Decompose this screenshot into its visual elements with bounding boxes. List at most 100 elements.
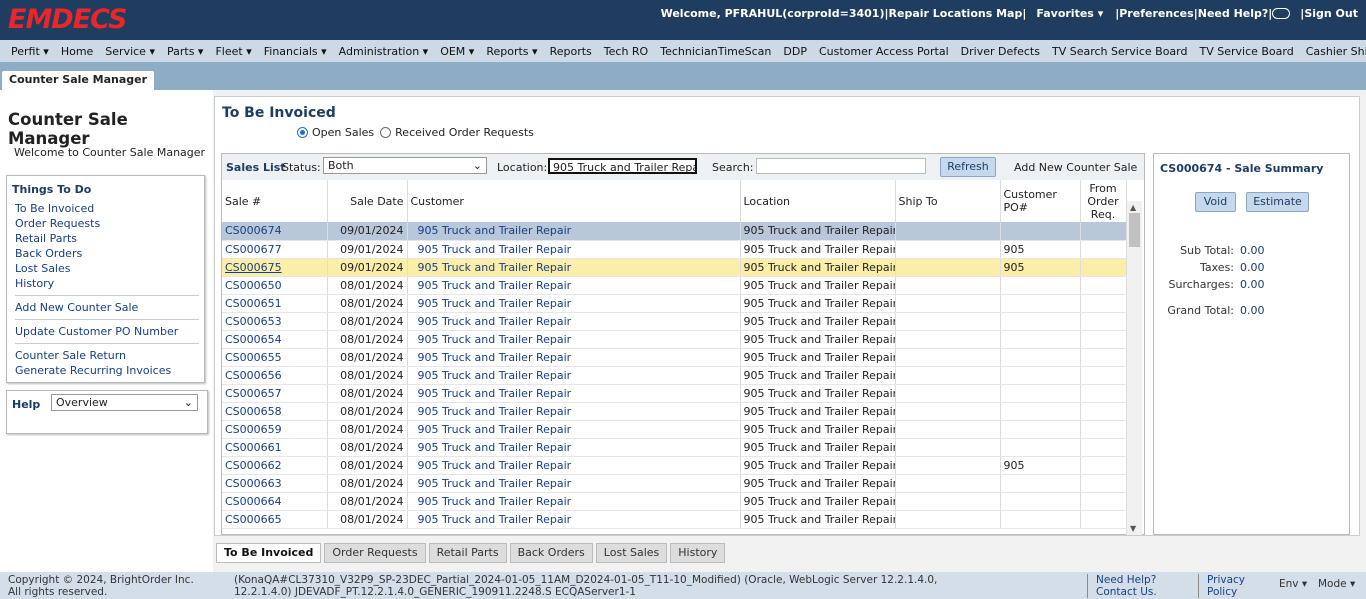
customer-link[interactable]: 905 Truck and Trailer Repair — [407, 366, 741, 385]
column-header[interactable]: From Order Req. — [1080, 180, 1127, 222]
tab-lost-sales[interactable]: Lost Sales — [595, 543, 668, 563]
menu-item-customer-access-portal[interactable]: Customer Access Portal — [813, 45, 955, 58]
customer-link[interactable]: 905 Truck and Trailer Repair — [407, 348, 741, 367]
sale-number-link[interactable]: CS000658 — [222, 402, 328, 421]
table-row[interactable]: CS000675 09/01/2024 905 Truck and Trailer … — [222, 258, 1127, 277]
customer-link[interactable]: 905 Truck and Trailer Repair — [407, 276, 741, 295]
todo-link-order-requests[interactable]: Order Requests — [15, 216, 199, 231]
table-row[interactable]: CS000665 08/01/2024 905 Truck and Trailer … — [222, 510, 1127, 529]
void-button[interactable]: Void — [1195, 192, 1236, 212]
menu-item-cashier-shift[interactable]: Cashier Shift — [1300, 45, 1366, 58]
sale-number-link[interactable]: CS000657 — [222, 384, 328, 403]
table-row[interactable]: CS000674 09/01/2024 905 Truck and Trailer … — [222, 222, 1127, 241]
customer-link[interactable]: 905 Truck and Trailer Repair — [407, 384, 741, 403]
column-header[interactable]: Location — [740, 180, 896, 222]
sale-number-link[interactable]: CS000650 — [222, 276, 328, 295]
customer-link[interactable]: 905 Truck and Trailer Repair — [407, 222, 741, 241]
table-row[interactable]: CS000655 08/01/2024 905 Truck and Trailer … — [222, 348, 1127, 367]
todo-link-generate-recurring-invoices[interactable]: Generate Recurring Invoices — [15, 363, 199, 378]
sign-out-link[interactable]: Sign Out — [1304, 7, 1358, 20]
menu-item-financials[interactable]: Financials ▾ — [258, 45, 333, 58]
customer-link[interactable]: 905 Truck and Trailer Repair — [407, 258, 741, 277]
menu-item-reports[interactable]: Reports ▾ — [480, 45, 543, 58]
received-order-requests-radio[interactable] — [380, 127, 392, 138]
customer-link[interactable]: 905 Truck and Trailer Repair — [407, 510, 741, 529]
favorites-menu[interactable]: Favorites ▾ — [1036, 7, 1103, 20]
todo-link-lost-sales[interactable]: Lost Sales — [15, 261, 199, 276]
sale-number-link[interactable]: CS000675 — [222, 258, 328, 277]
status-select[interactable]: Both ⌄ — [323, 157, 487, 174]
tab-retail-parts[interactable]: Retail Parts — [428, 543, 507, 563]
menu-item-driver-defects[interactable]: Driver Defects — [955, 45, 1046, 58]
menu-item-fleet[interactable]: Fleet ▾ — [209, 45, 257, 58]
add-new-counter-sale-link[interactable]: Add New Counter Sale — [1014, 161, 1137, 174]
todo-link-history[interactable]: History — [15, 276, 199, 291]
table-row[interactable]: CS000662 08/01/2024 905 Truck and Trailer … — [222, 456, 1127, 475]
sale-number-link[interactable]: CS000654 — [222, 330, 328, 349]
customer-link[interactable]: 905 Truck and Trailer Repair — [407, 402, 741, 421]
todo-link-back-orders[interactable]: Back Orders — [15, 246, 199, 261]
mode-menu[interactable]: Mode ▾ — [1318, 578, 1355, 590]
customer-link[interactable]: 905 Truck and Trailer Repair — [407, 420, 741, 439]
menu-item-techniciantimescan[interactable]: TechnicianTimeScan — [654, 45, 777, 58]
help-contact-link[interactable]: Need Help? Contact Us. — [1087, 574, 1199, 598]
tab-history[interactable]: History — [670, 543, 726, 563]
menu-item-perfit[interactable]: Perfit ▾ — [5, 45, 55, 58]
sale-number-link[interactable]: CS000651 — [222, 294, 328, 313]
tab-order-requests[interactable]: Order Requests — [324, 543, 426, 563]
customer-link[interactable]: 905 Truck and Trailer Repair — [407, 492, 741, 511]
column-header[interactable]: Ship To — [895, 180, 1001, 222]
sale-number-link[interactable]: CS000655 — [222, 348, 328, 367]
menu-item-service[interactable]: Service ▾ — [99, 45, 161, 58]
table-row[interactable]: CS000677 09/01/2024 905 Truck and Trailer … — [222, 240, 1127, 259]
todo-link-retail-parts[interactable]: Retail Parts — [15, 231, 199, 246]
sale-number-link[interactable]: CS000664 — [222, 492, 328, 511]
emdecs-logo[interactable]: EMDECS — [8, 5, 127, 35]
sale-number-link[interactable]: CS000661 — [222, 438, 328, 457]
sale-number-link[interactable]: CS000677 — [222, 240, 328, 259]
location-input[interactable]: 905 Truck and Trailer Repair [ — [548, 158, 697, 174]
tab-to-be-invoiced[interactable]: To Be Invoiced — [216, 543, 322, 563]
table-row[interactable]: CS000658 08/01/2024 905 Truck and Trailer … — [222, 402, 1127, 421]
sale-number-link[interactable]: CS000656 — [222, 366, 328, 385]
table-row[interactable]: CS000657 08/01/2024 905 Truck and Trailer … — [222, 384, 1127, 403]
customer-link[interactable]: 905 Truck and Trailer Repair — [407, 240, 741, 259]
customer-link[interactable]: 905 Truck and Trailer Repair — [407, 294, 741, 313]
scroll-thumb[interactable] — [1129, 213, 1140, 247]
privacy-policy-link[interactable]: Privacy Policy — [1198, 574, 1258, 598]
sale-number-link[interactable]: CS000662 — [222, 456, 328, 475]
table-row[interactable]: CS000650 08/01/2024 905 Truck and Trailer … — [222, 276, 1127, 295]
tab-counter-sale-manager[interactable]: Counter Sale Manager — [2, 71, 155, 90]
menu-item-parts[interactable]: Parts ▾ — [161, 45, 209, 58]
customer-link[interactable]: 905 Truck and Trailer Repair — [407, 474, 741, 493]
table-scrollbar[interactable]: ▲ ▼ — [1126, 201, 1142, 535]
sale-number-link[interactable]: CS000659 — [222, 420, 328, 439]
todo-link-update-customer-po-number[interactable]: Update Customer PO Number — [15, 324, 199, 339]
preferences-link[interactable]: Preferences — [1119, 7, 1193, 20]
need-help-link[interactable]: Need Help? — [1198, 7, 1269, 20]
table-row[interactable]: CS000659 08/01/2024 905 Truck and Trailer … — [222, 420, 1127, 439]
scroll-up-icon[interactable]: ▲ — [1130, 203, 1136, 212]
table-row[interactable]: CS000663 08/01/2024 905 Truck and Trailer … — [222, 474, 1127, 493]
customer-link[interactable]: 905 Truck and Trailer Repair — [407, 312, 741, 331]
repair-locations-map-link[interactable]: Repair Locations Map| — [889, 7, 1027, 20]
toggle-icon[interactable] — [1272, 8, 1291, 19]
todo-link-to-be-invoiced[interactable]: To Be Invoiced — [15, 201, 199, 216]
menu-item-tech-ro[interactable]: Tech RO — [598, 45, 654, 58]
menu-item-administration[interactable]: Administration ▾ — [333, 45, 435, 58]
help-select[interactable]: Overview ⌄ — [51, 394, 198, 411]
table-row[interactable]: CS000651 08/01/2024 905 Truck and Trailer … — [222, 294, 1127, 313]
sale-number-link[interactable]: CS000663 — [222, 474, 328, 493]
menu-item-home[interactable]: Home — [55, 45, 99, 58]
env-menu[interactable]: Env ▾ — [1279, 578, 1307, 590]
customer-link[interactable]: 905 Truck and Trailer Repair — [407, 438, 741, 457]
column-header[interactable]: Customer PO# — [1000, 180, 1081, 222]
sale-number-link[interactable]: CS000653 — [222, 312, 328, 331]
menu-item-tv-service-board[interactable]: TV Service Board — [1193, 45, 1299, 58]
open-sales-radio[interactable] — [297, 127, 308, 138]
estimate-button[interactable]: Estimate — [1246, 192, 1309, 212]
customer-link[interactable]: 905 Truck and Trailer Repair — [407, 330, 741, 349]
sale-number-link[interactable]: CS000674 — [222, 222, 328, 241]
column-header[interactable]: Sale Date — [327, 180, 408, 222]
todo-link-counter-sale-return[interactable]: Counter Sale Return — [15, 348, 199, 363]
